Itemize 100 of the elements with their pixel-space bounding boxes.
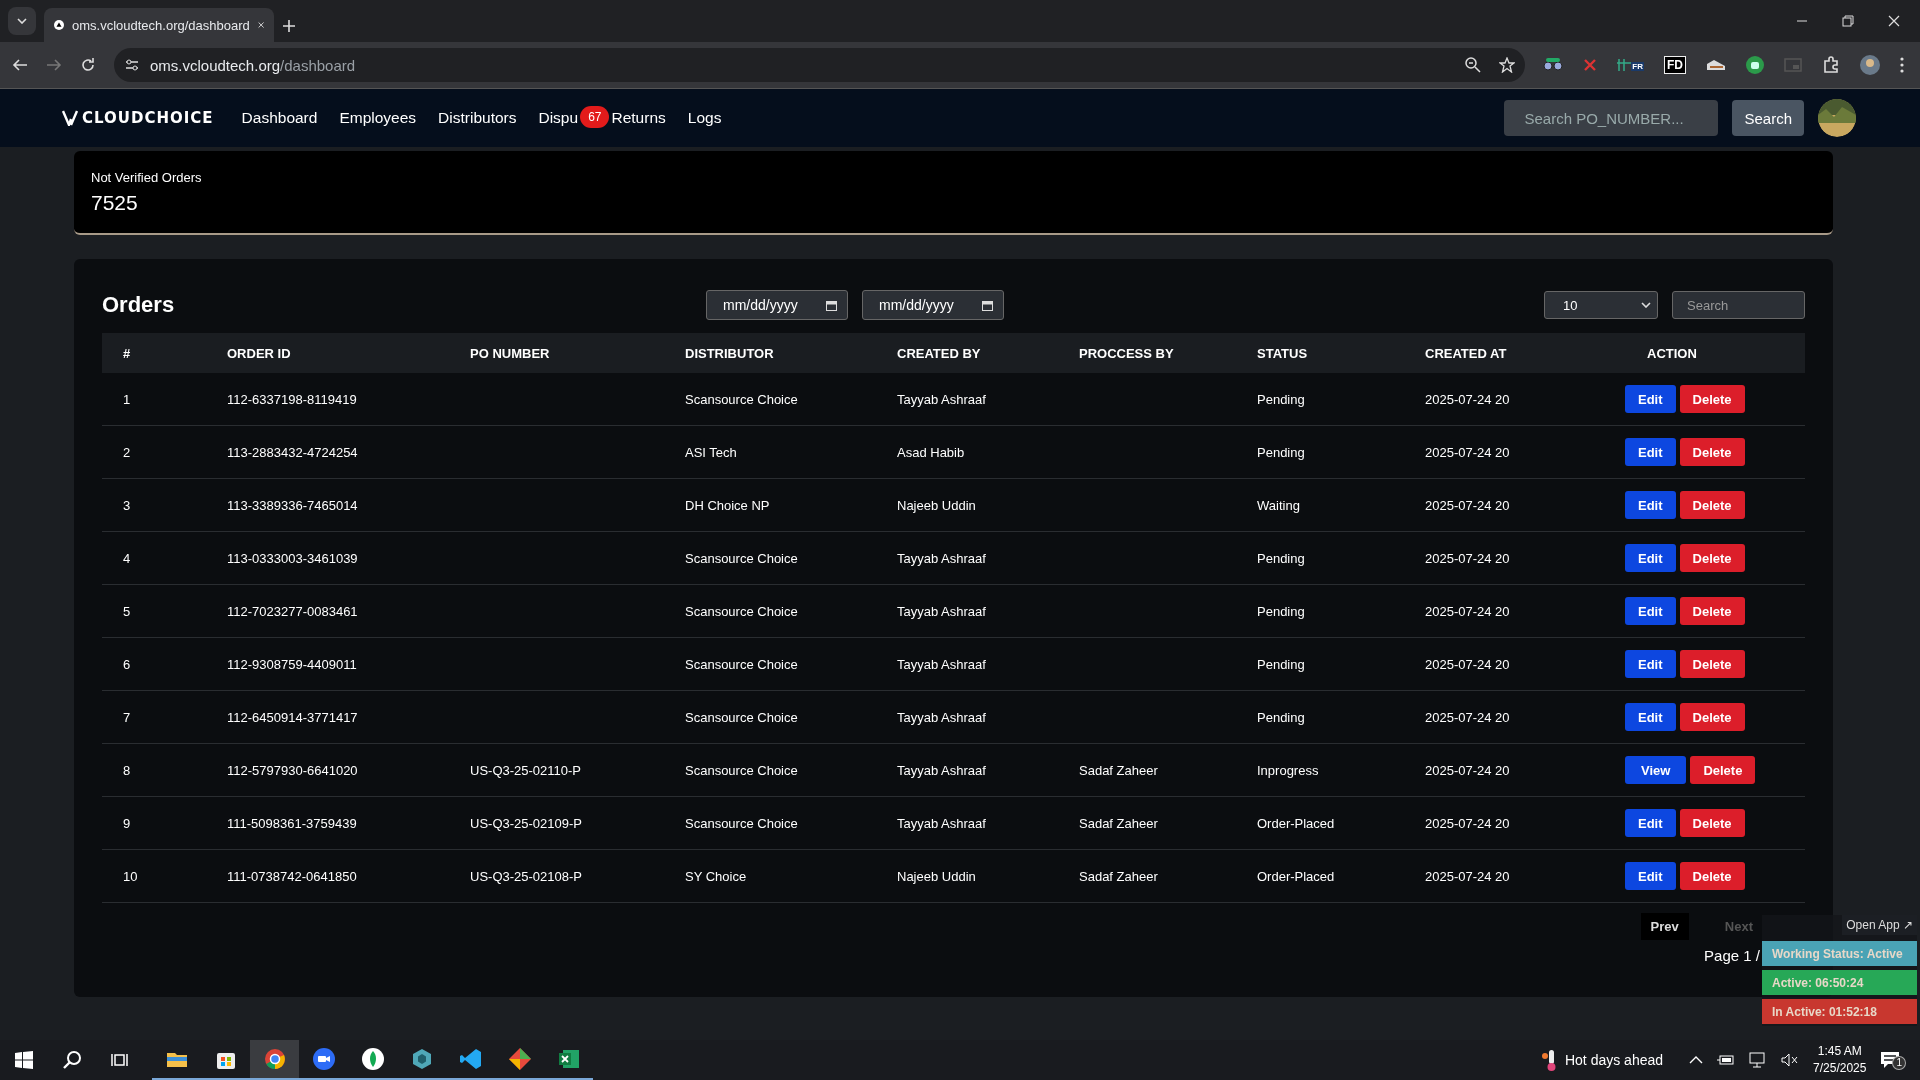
weather-text[interactable]: Hot days ahead xyxy=(1564,1052,1664,1068)
nav-link[interactable]: Dashboard xyxy=(241,109,318,127)
windows-icon[interactable] xyxy=(15,1051,33,1069)
table-cell-text: Tayyab Ashraaf xyxy=(896,815,987,831)
edit-button[interactable]: Edit xyxy=(1625,809,1676,837)
edit-button[interactable]: Edit xyxy=(1625,597,1676,625)
delete-button[interactable]: Delete xyxy=(1679,809,1745,837)
clock[interactable]: 1:45 AM 7/25/2025 xyxy=(1813,1043,1867,1077)
table-cell-text: 2 xyxy=(122,444,132,460)
reload-icon[interactable] xyxy=(80,57,96,73)
table-cell-text: 8 xyxy=(122,762,132,778)
edit-button[interactable]: Edit xyxy=(1625,862,1676,890)
table-cell-text: Asad Habib xyxy=(896,444,966,460)
edit-button[interactable]: Edit xyxy=(1625,385,1676,413)
table-cell-text: Pending xyxy=(1256,550,1306,566)
table-cell-text: 2025-07-24 20 xyxy=(1424,815,1511,831)
table-cell-text: Tayyab Ashraaf xyxy=(896,603,987,619)
column-header: STATUS xyxy=(1256,345,1309,361)
address-bar[interactable]: oms.vcloudtech.org/dashboard xyxy=(114,48,1526,82)
table-cell-text: 2025-07-24 20 xyxy=(1424,709,1511,725)
site-settings-icon[interactable] xyxy=(124,57,140,73)
edit-button[interactable]: Edit xyxy=(1625,491,1676,519)
edit-button[interactable]: Edit xyxy=(1625,438,1676,466)
delete-button[interactable]: Delete xyxy=(1679,491,1745,519)
table-cell-text: Tayyab Ashraaf xyxy=(896,656,987,672)
column-header: PO NUMBER xyxy=(469,345,551,361)
nav-link[interactable]: Employees xyxy=(339,109,417,127)
table-cell-text: 5 xyxy=(122,603,132,619)
browser-tab[interactable]: oms.vcloudtech.org/dashboard xyxy=(44,8,274,42)
menu-icon[interactable] xyxy=(1900,57,1904,73)
table-cell-text: 2025-07-24 20 xyxy=(1424,550,1511,566)
table-cell-text: Order-Placed xyxy=(1256,868,1336,884)
table-cell-text: 112-6337198-8119419 xyxy=(226,391,358,407)
stat-value: 7525 xyxy=(91,191,139,215)
delete-button[interactable]: Delete xyxy=(1679,438,1745,466)
new-tab-icon[interactable] xyxy=(282,19,296,33)
date-field[interactable]: mm/dd/yyyy xyxy=(862,290,1004,320)
table-cell-text: DH Choice NP xyxy=(684,497,771,513)
task-view-icon[interactable] xyxy=(111,1052,129,1068)
delete-button[interactable]: Delete xyxy=(1679,862,1745,890)
nav-link[interactable]: Logs xyxy=(687,109,722,127)
muted-speaker-icon[interactable] xyxy=(1781,1053,1800,1067)
table-cell-text: 7 xyxy=(122,709,132,725)
edit-button[interactable]: Edit xyxy=(1625,650,1676,678)
table-cell-text: 113-0333003-3461039 xyxy=(226,550,359,566)
avatar[interactable] xyxy=(1818,99,1856,137)
table-cell-text: 2025-07-24 20 xyxy=(1424,603,1511,619)
search-field[interactable]: Search PO_NUMBER... xyxy=(1504,100,1719,136)
network-icon[interactable] xyxy=(1749,1052,1768,1068)
column-header: CREATED BY xyxy=(896,345,982,361)
table-cell-text: US-Q3-25-02110-P xyxy=(469,762,583,778)
count-badge: 67 xyxy=(580,106,610,128)
profile-icon[interactable] xyxy=(1860,55,1880,75)
nav-link[interactable]: Dispu xyxy=(538,109,579,127)
table-cell-text: Pending xyxy=(1256,391,1306,407)
prev-button[interactable]: Prev xyxy=(1640,913,1689,940)
close-icon[interactable] xyxy=(257,20,264,30)
search-button[interactable]: Search xyxy=(1732,100,1804,136)
date-field[interactable]: mm/dd/yyyy xyxy=(706,290,848,320)
zoom-icon[interactable] xyxy=(1465,57,1482,73)
search-icon[interactable] xyxy=(62,1050,82,1070)
search-field[interactable]: Search xyxy=(1672,291,1805,319)
notification-button[interactable]: 1 xyxy=(1880,1048,1906,1072)
panel-title: Orders xyxy=(102,292,176,318)
extensions-icon[interactable] xyxy=(1822,56,1840,74)
glasses-icon[interactable] xyxy=(1543,58,1564,72)
forward-icon[interactable] xyxy=(46,57,62,73)
table-cell-text: Tayyab Ashraaf xyxy=(896,709,987,725)
delete-button[interactable]: Delete xyxy=(1679,650,1745,678)
restore-icon[interactable] xyxy=(1842,15,1854,27)
delete-button[interactable]: Delete xyxy=(1679,544,1745,572)
open-app-link[interactable]: Open App ↗ xyxy=(1842,915,1917,935)
close-icon[interactable] xyxy=(1888,15,1900,27)
edit-button[interactable]: Edit xyxy=(1625,544,1676,572)
thermometer-icon xyxy=(1540,1048,1557,1072)
extension-icon[interactable]: FD xyxy=(1664,56,1686,74)
table-cell-text: 9 xyxy=(122,815,132,831)
chevron-up-icon[interactable] xyxy=(1689,1056,1704,1064)
calendar-icon[interactable] xyxy=(982,299,993,311)
battery-icon[interactable] xyxy=(1717,1054,1736,1066)
delete-button[interactable]: Delete xyxy=(1679,385,1745,413)
table-cell-text: Order-Placed xyxy=(1256,815,1336,831)
table-cell-text: 2025-07-24 20 xyxy=(1424,497,1511,513)
delete-button[interactable]: Delete xyxy=(1690,756,1756,784)
nav-link[interactable]: Distributors xyxy=(438,109,517,127)
tab-list-button[interactable] xyxy=(8,7,36,35)
table-cell-text: Scansource Choice xyxy=(684,815,799,831)
logo[interactable]: CLOUDCHOICE xyxy=(62,109,214,127)
delete-button[interactable]: Delete xyxy=(1679,703,1745,731)
delete-button[interactable]: Delete xyxy=(1679,597,1745,625)
star-icon[interactable] xyxy=(1499,57,1516,73)
view-button[interactable]: View xyxy=(1625,756,1687,784)
edit-button[interactable]: Edit xyxy=(1625,703,1676,731)
nav-link[interactable]: Returns xyxy=(611,109,666,127)
back-icon[interactable] xyxy=(12,57,28,73)
page-size-select[interactable]: 10 xyxy=(1544,291,1658,319)
table-cell-text: 111-5098361-3759439 xyxy=(226,815,358,831)
browser-icon[interactable] xyxy=(250,1040,299,1080)
cross-icon[interactable] xyxy=(1583,58,1598,72)
calendar-icon[interactable] xyxy=(826,299,837,311)
